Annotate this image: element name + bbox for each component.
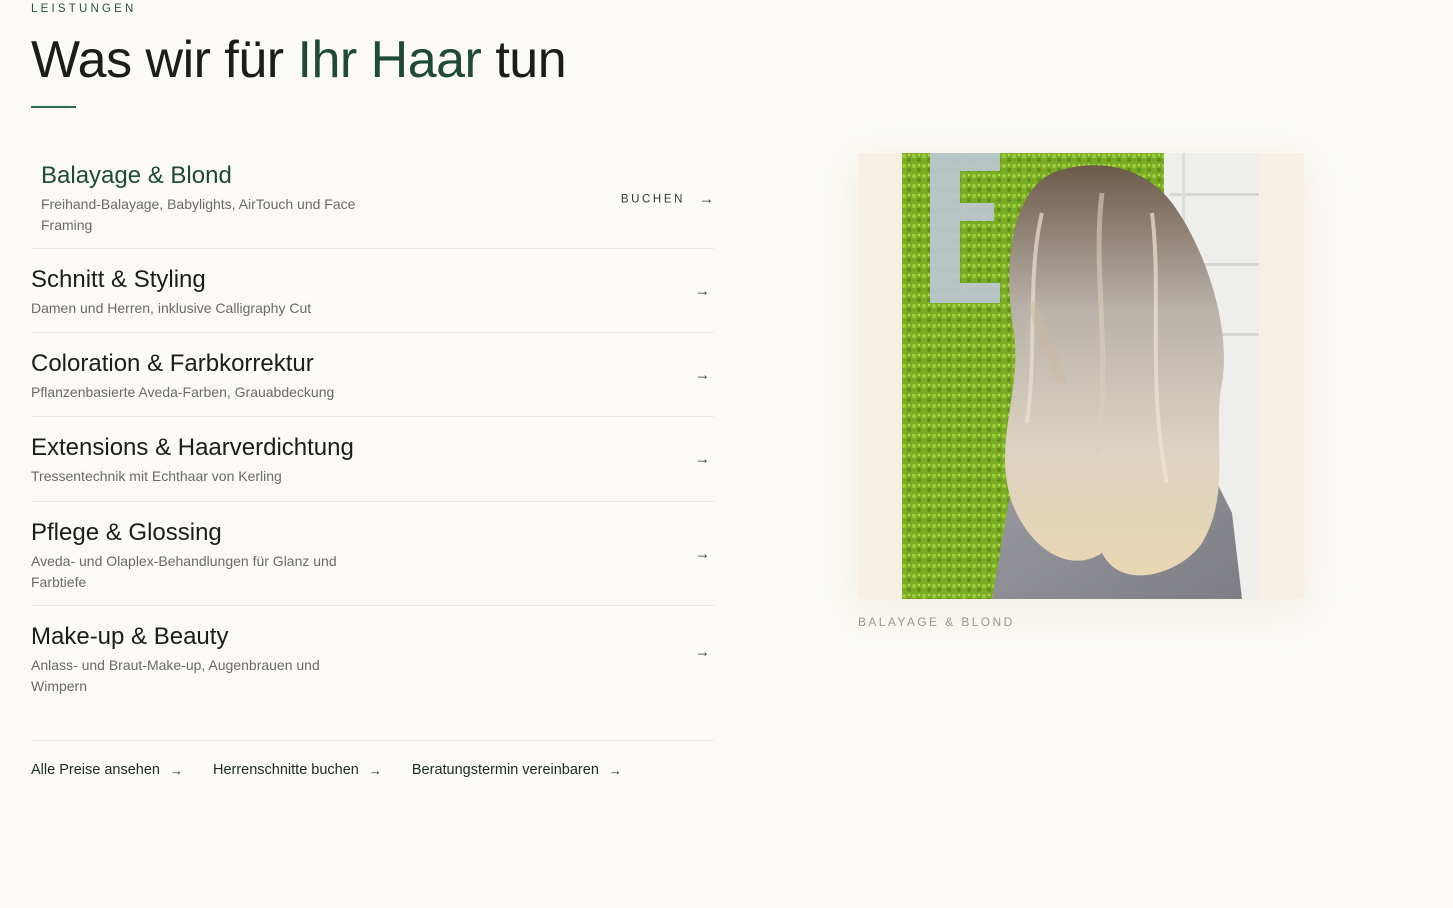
title-post: tun	[481, 31, 567, 89]
link-label: Beratungstermin vereinbaren	[411, 762, 599, 778]
title-rule	[31, 106, 76, 108]
service-desc: Anlass- und Braut-Make-up, Augenbrauen u…	[31, 657, 320, 694]
service-desc: Aveda- und Olaplex-Behandlungen für Glan…	[31, 553, 337, 590]
service-item-extensions[interactable]: Extensions & Haarverdichtung Tressentech…	[31, 417, 714, 502]
arrow-right-icon: →	[608, 762, 622, 778]
section-eyebrow: LEISTUNGEN	[31, 3, 137, 15]
service-title: Extensions & Haarverdichtung	[31, 434, 354, 461]
title-accent: Ihr Haar	[297, 31, 482, 89]
service-image-frame	[858, 153, 1304, 599]
link-label: Alle Preise ansehen	[31, 762, 160, 778]
service-item-coloration[interactable]: Coloration & Farbkorrektur Pflanzenbasie…	[31, 333, 714, 417]
service-item-makeup[interactable]: Make-up & Beauty Anlass- und Braut-Make-…	[31, 606, 714, 716]
service-item-schnitt[interactable]: Schnitt & Styling Damen und Herren, inkl…	[31, 249, 714, 333]
link-consultation[interactable]: Beratungstermin vereinbaren →	[412, 762, 622, 778]
section-title: Was wir für Ihr Haar tun	[31, 30, 567, 90]
arrow-right-icon: →	[699, 190, 714, 208]
title-pre: Was wir für	[31, 31, 298, 89]
arrow-right-icon[interactable]: →	[695, 451, 710, 468]
secondary-links: Alle Preise ansehen → Herrenschnitte buch…	[31, 762, 622, 778]
service-desc: Freihand-Balayage, Babylights, AirTouch …	[41, 196, 356, 233]
service-title: Make-up & Beauty	[31, 623, 229, 650]
service-title: Pflege & Glossing	[31, 519, 222, 546]
arrow-right-icon[interactable]: →	[695, 545, 710, 562]
links-divider	[31, 740, 714, 741]
arrow-right-icon[interactable]: →	[695, 644, 710, 661]
arrow-right-icon: →	[169, 762, 183, 778]
service-desc: Tressentechnik mit Echthaar von Kerling	[31, 468, 282, 484]
image-caption: BALAYAGE & BLOND	[858, 615, 1015, 629]
book-button[interactable]: BUCHEN →	[621, 191, 714, 208]
service-title: Schnitt & Styling	[31, 266, 206, 293]
arrow-right-icon[interactable]: →	[695, 282, 710, 299]
service-desc: Damen und Herren, inklusive Calligraphy …	[31, 300, 312, 316]
service-title: Balayage & Blond	[41, 162, 232, 189]
service-item-pflege[interactable]: Pflege & Glossing Aveda- und Olaplex-Beh…	[31, 502, 714, 606]
link-all-prices[interactable]: Alle Preise ansehen →	[31, 762, 183, 778]
service-desc: Pflanzenbasierte Aveda-Farben, Grauabdec…	[31, 384, 335, 400]
arrow-right-icon[interactable]: →	[695, 366, 710, 383]
book-label: BUCHEN	[620, 193, 685, 205]
arrow-right-icon: →	[368, 762, 382, 778]
service-item-balayage[interactable]: Balayage & Blond Freihand-Balayage, Baby…	[31, 150, 714, 249]
service-photo	[902, 153, 1259, 599]
link-mens-cuts[interactable]: Herrenschnitte buchen →	[213, 762, 382, 778]
link-label: Herrenschnitte buchen	[212, 762, 359, 778]
service-list: Balayage & Blond Freihand-Balayage, Baby…	[31, 150, 714, 716]
service-title: Coloration & Farbkorrektur	[31, 350, 314, 377]
